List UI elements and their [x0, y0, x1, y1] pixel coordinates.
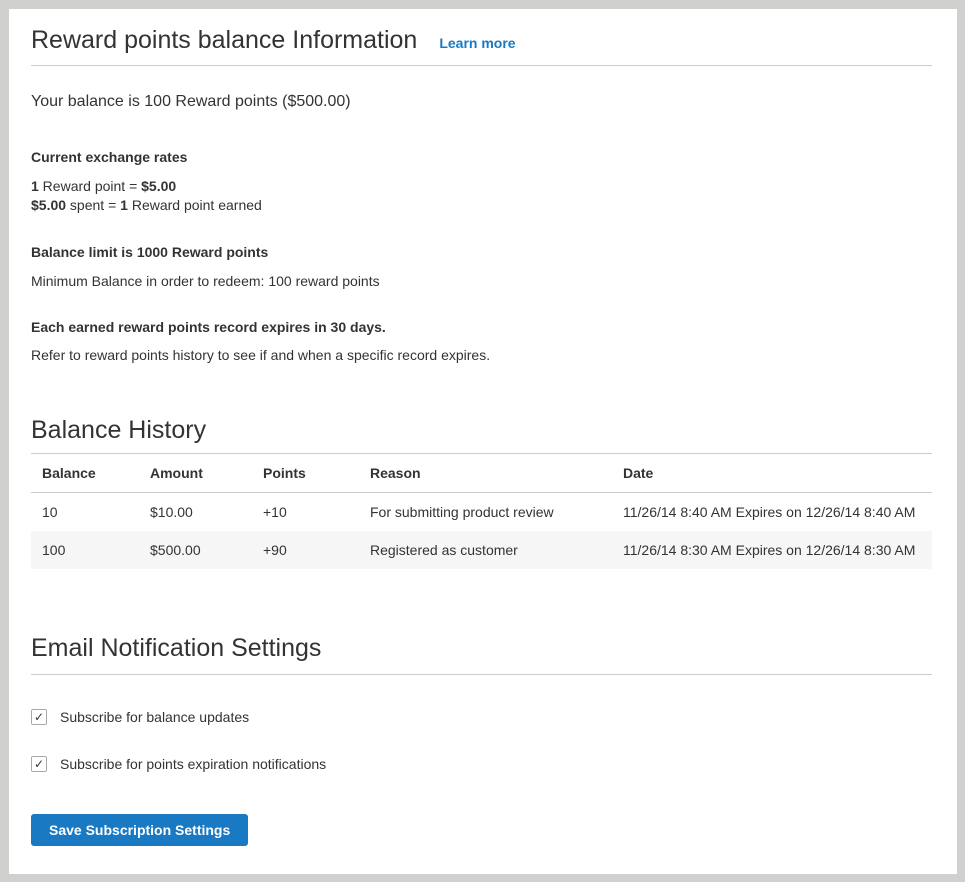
table-row: 10 $10.00 +10 For submitting product rev…	[31, 493, 932, 532]
cell-points: +90	[252, 531, 359, 569]
expiry-heading: Each earned reward points record expires…	[31, 318, 932, 336]
column-header-reason: Reason	[359, 454, 612, 493]
balance-history-heading: Balance History	[31, 415, 932, 445]
column-header-balance: Balance	[31, 454, 139, 493]
check-icon: ✓	[34, 710, 44, 724]
learn-more-link[interactable]: Learn more	[439, 35, 515, 51]
column-header-points: Points	[252, 454, 359, 493]
balance-updates-checkbox[interactable]: ✓	[31, 709, 47, 725]
cell-date: 11/26/14 8:30 AM Expires on 12/26/14 8:3…	[612, 531, 932, 569]
cell-reason: For submitting product review	[359, 493, 612, 532]
cell-reason: Registered as customer	[359, 531, 612, 569]
email-section-divider	[31, 674, 932, 675]
expiry-refer-text: Refer to reward points history to see if…	[31, 346, 932, 364]
table-row: 100 $500.00 +90 Registered as customer 1…	[31, 531, 932, 569]
cell-amount: $10.00	[139, 493, 252, 532]
cell-amount: $500.00	[139, 531, 252, 569]
rate-line-2: $5.00 spent = 1 Reward point earned	[31, 197, 262, 213]
balance-limit-heading: Balance limit is 1000 Reward points	[31, 243, 932, 261]
rate-line-1: 1 Reward point = $5.00	[31, 178, 176, 194]
points-expiration-label[interactable]: Subscribe for points expiration notifica…	[60, 756, 326, 772]
cell-balance: 10	[31, 493, 139, 532]
check-icon: ✓	[34, 757, 44, 771]
points-expiration-option: ✓ Subscribe for points expiration notifi…	[31, 756, 932, 772]
cell-points: +10	[252, 493, 359, 532]
save-subscription-button[interactable]: Save Subscription Settings	[31, 814, 248, 846]
balance-updates-option: ✓ Subscribe for balance updates	[31, 709, 932, 725]
page-header: Reward points balance Information Learn …	[31, 25, 932, 55]
table-header-row: Balance Amount Points Reason Date	[31, 454, 932, 493]
header-divider	[31, 65, 932, 66]
column-header-date: Date	[612, 454, 932, 493]
email-notification-heading: Email Notification Settings	[31, 633, 932, 663]
page-title: Reward points balance Information	[31, 25, 417, 55]
points-expiration-checkbox[interactable]: ✓	[31, 756, 47, 772]
cell-date: 11/26/14 8:40 AM Expires on 12/26/14 8:4…	[612, 493, 932, 532]
balance-updates-label[interactable]: Subscribe for balance updates	[60, 709, 249, 725]
reward-points-card: Reward points balance Information Learn …	[9, 9, 957, 874]
balance-summary: Your balance is 100 Reward points ($500.…	[31, 92, 932, 112]
cell-balance: 100	[31, 531, 139, 569]
exchange-rates-heading: Current exchange rates	[31, 148, 932, 166]
balance-history-table: Balance Amount Points Reason Date 10 $10…	[31, 453, 932, 569]
minimum-balance-text: Minimum Balance in order to redeem: 100 …	[31, 272, 932, 290]
exchange-rate-lines: 1 Reward point = $5.00 $5.00 spent = 1 Re…	[31, 177, 932, 215]
page-background: Reward points balance Information Learn …	[0, 0, 965, 882]
column-header-amount: Amount	[139, 454, 252, 493]
